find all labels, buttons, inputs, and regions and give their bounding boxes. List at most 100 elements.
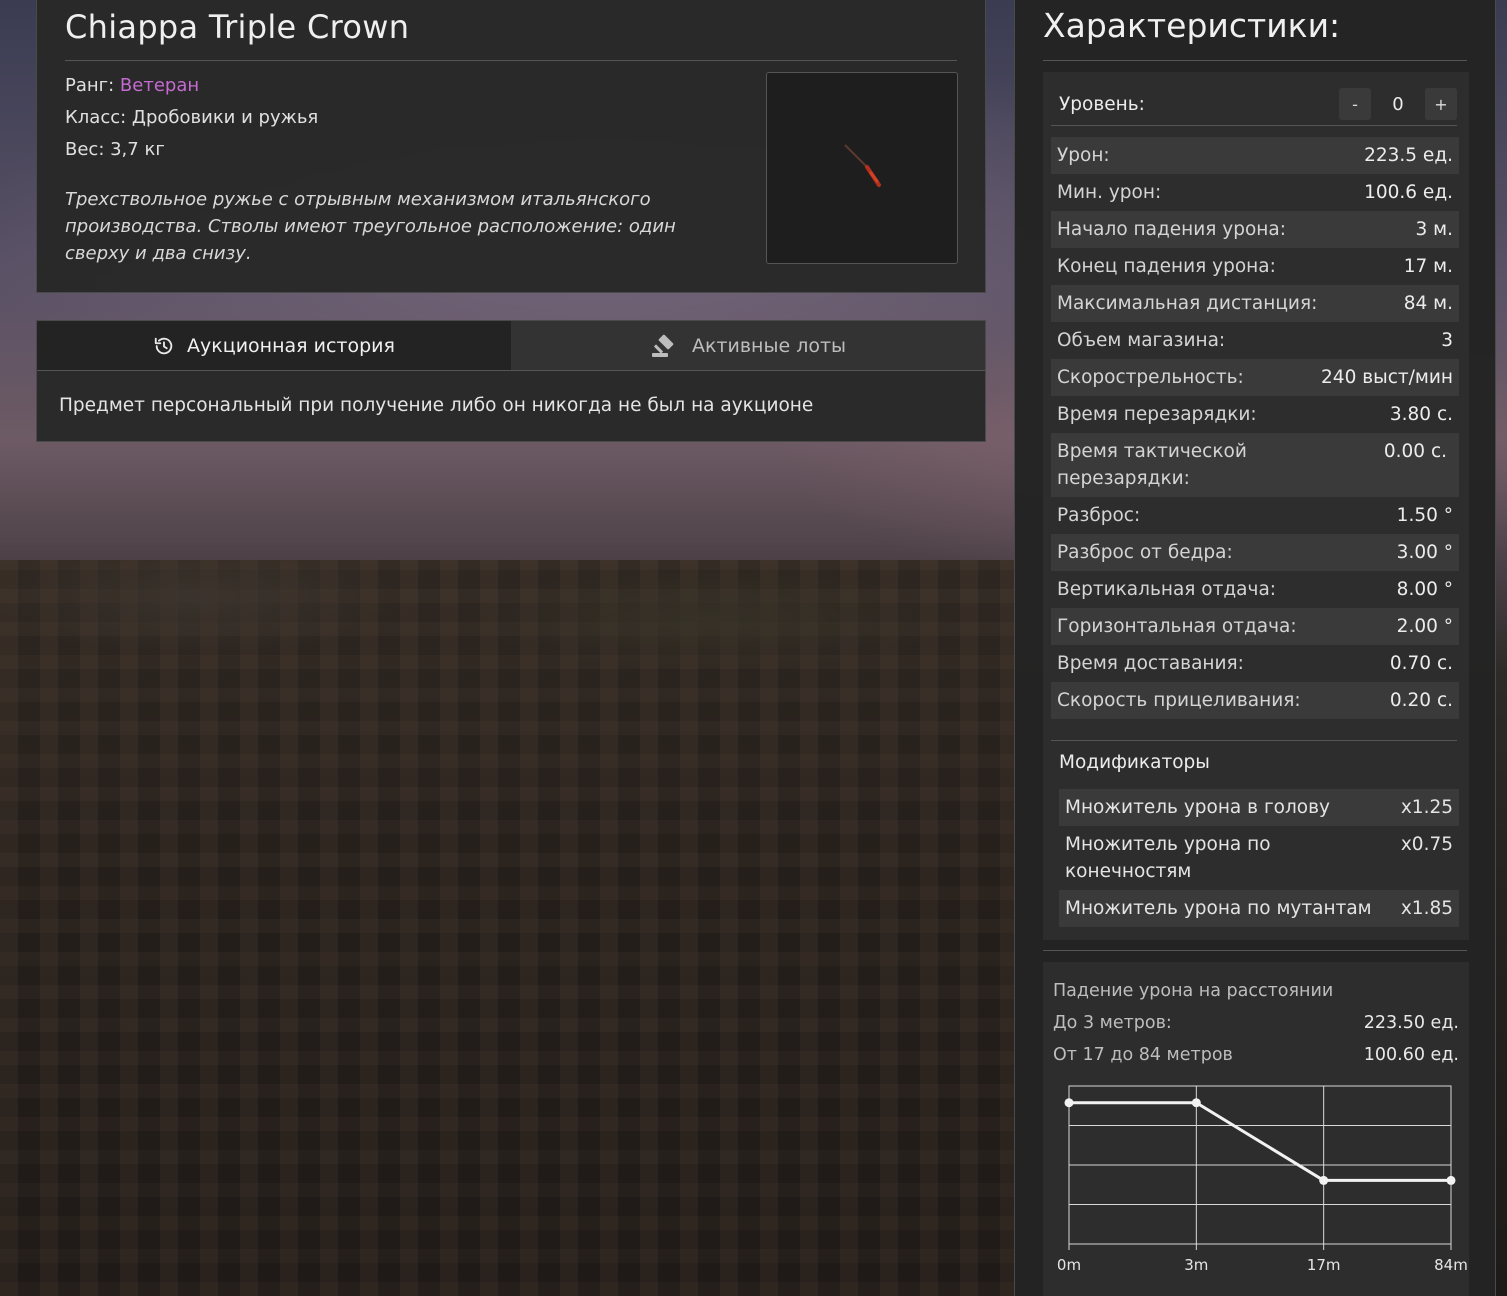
stat-value: 223.5 ед.: [1364, 145, 1453, 166]
stat-value: 8.00 °: [1396, 579, 1453, 600]
stat-list: Урон: 223.5 ед. Мин. урон: 100.6 ед. Начало …: [1051, 137, 1459, 719]
modifier-value: x1.25: [1400, 797, 1453, 818]
x-tick-label: 3m: [1184, 1256, 1208, 1274]
modifier-label: Множитель урона по конечностям: [1065, 834, 1271, 882]
stat-row: Время перезарядки: 3.80 с.: [1051, 396, 1459, 433]
modifier-row: Множитель урона в голову x1.25: [1059, 789, 1459, 826]
tab-active-lots[interactable]: Активные лоты: [511, 321, 985, 370]
data-point: [1191, 1098, 1201, 1108]
falloff-row-value: 223.50 ед.: [1363, 1013, 1459, 1033]
divider: [1043, 950, 1467, 951]
stat-value: 0.20 с.: [1389, 690, 1453, 711]
stat-value: 84 м.: [1403, 293, 1453, 314]
stat-value: 2.00 °: [1396, 616, 1453, 637]
falloff-row-label: От 17 до 84 метров: [1053, 1045, 1233, 1065]
gavel-icon: [651, 334, 674, 357]
stat-label: Разброс:: [1057, 505, 1141, 526]
level-value: 0: [1392, 93, 1404, 115]
stat-value: 0.00 с.: [1383, 441, 1447, 462]
modifiers-title: Модификаторы: [1059, 752, 1210, 773]
item-title: Chiappa Triple Crown: [65, 8, 410, 46]
item-description: Трехствольное ружье с отрывным механизмо…: [65, 189, 676, 264]
stat-row: Горизонтальная отдача: 2.00 °: [1051, 608, 1459, 645]
falloff-row-label: До 3 метров:: [1053, 1013, 1172, 1033]
level-label: Уровень:: [1059, 93, 1145, 115]
stat-value: 0.70 с.: [1389, 653, 1453, 674]
stat-row: Максимальная дистанция: 84 м.: [1051, 285, 1459, 322]
stat-value: 1.50 °: [1396, 505, 1453, 526]
stat-row: Скорострельность: 240 выст/мин: [1051, 359, 1459, 396]
modifier-value: x1.85: [1400, 898, 1453, 919]
stat-value: 100.6 ед.: [1364, 182, 1453, 203]
modifier-list: Множитель урона в голову x1.25 Множитель у…: [1059, 789, 1459, 927]
tab-auction-history[interactable]: Аукционная история: [37, 321, 511, 370]
level-increment-button[interactable]: +: [1425, 88, 1457, 120]
stat-label: Объем магазина:: [1057, 330, 1226, 351]
stat-label: Время перезарядки:: [1057, 404, 1257, 425]
stat-row: Разброс: 1.50 °: [1051, 497, 1459, 534]
background-landscape: [0, 560, 1015, 1296]
data-point: [1446, 1175, 1456, 1185]
modifier-label: Множитель урона по мутантам: [1065, 898, 1372, 919]
stat-value: 3.80 с.: [1389, 404, 1453, 425]
stat-label: Максимальная дистанция:: [1057, 293, 1318, 314]
stat-label: Начало падения урона:: [1057, 219, 1286, 240]
falloff-row-value: 100.60 ед.: [1363, 1045, 1459, 1065]
stat-value: 3 м.: [1415, 219, 1454, 240]
stat-label: Конец падения урона:: [1057, 256, 1276, 277]
rank-label: Ранг:: [65, 75, 115, 96]
divider: [65, 60, 957, 61]
stats-panel: Характеристики: Уровень: - 0 + Урон: 223.…: [1014, 0, 1496, 1296]
stat-label: Разброс от бедра:: [1057, 542, 1233, 563]
stat-row: Мин. урон: 100.6 ед.: [1051, 174, 1459, 211]
stats-box: Уровень: - 0 + Урон: 223.5 ед. Мин. урон: 1…: [1043, 72, 1469, 940]
falloff-chart: 0m 3m 17m 84m: [1057, 1085, 1468, 1274]
stat-row: Время доставания: 0.70 с.: [1051, 645, 1459, 682]
data-point: [1319, 1175, 1329, 1185]
item-image: [766, 72, 958, 264]
auction-panel: Аукционная история Активные лоты Предмет…: [36, 320, 986, 442]
modifier-row: Множитель урона по мутантам x1.85: [1059, 890, 1459, 927]
modifier-value: x0.75: [1400, 834, 1453, 855]
auction-message: Предмет персональный при получение либо …: [59, 395, 814, 416]
stat-row: Скорость прицеливания: 0.20 с.: [1051, 682, 1459, 719]
stat-row: Разброс от бедра: 3.00 °: [1051, 534, 1459, 571]
x-tick-label: 0m: [1057, 1256, 1081, 1274]
modifier-label: Множитель урона в голову: [1065, 797, 1330, 818]
stat-label: Скорость прицеливания:: [1057, 690, 1301, 711]
falloff-row: От 17 до 84 метров 100.60 ед.: [1053, 1045, 1459, 1065]
shotgun-icon: [844, 144, 881, 187]
stat-value: 3.00 °: [1396, 542, 1453, 563]
stat-value: 17 м.: [1403, 256, 1453, 277]
modifier-row: Множитель урона по конечностям x0.75: [1059, 826, 1459, 890]
stat-row: Начало падения урона: 3 м.: [1051, 211, 1459, 248]
stat-row: Урон: 223.5 ед.: [1051, 137, 1459, 174]
item-rank: Ранг: Ветеран: [65, 75, 199, 96]
stat-label: Урон:: [1057, 145, 1110, 166]
divider: [1051, 740, 1457, 741]
tab-auction-history-label: Аукционная история: [187, 334, 395, 357]
level-decrement-button[interactable]: -: [1339, 88, 1371, 120]
stat-value: 3: [1441, 330, 1453, 351]
stat-label: Горизонтальная отдача:: [1057, 616, 1297, 637]
stat-label: Скорострельность:: [1057, 367, 1244, 388]
rank-value: Ветеран: [119, 75, 200, 96]
series-line: [1069, 1101, 1451, 1182]
damage-falloff-box: Падение урона на расстоянии До 3 метров:…: [1043, 962, 1469, 1296]
x-tick-label: 17m: [1307, 1256, 1341, 1274]
stat-label: Мин. урон:: [1057, 182, 1162, 203]
stats-title: Характеристики:: [1043, 6, 1341, 45]
stat-row: Вертикальная отдача: 8.00 °: [1051, 571, 1459, 608]
stat-label: Вертикальная отдача:: [1057, 579, 1277, 600]
level-control: Уровень: - 0 +: [1059, 84, 1457, 124]
item-weight: Вес: 3,7 кг: [65, 139, 165, 160]
item-class: Класс: Дробовики и ружья: [65, 107, 319, 128]
stat-value: 240 выст/мин: [1321, 367, 1453, 388]
divider: [1043, 60, 1467, 61]
item-card: Chiappa Triple Crown Ранг: Ветеран Класс…: [36, 0, 986, 293]
stat-label: Время доставания:: [1057, 653, 1244, 674]
stat-row: Объем магазина: 3: [1051, 322, 1459, 359]
x-tick-label: 84m: [1434, 1256, 1468, 1274]
falloff-title: Падение урона на расстоянии: [1053, 981, 1334, 1001]
stat-row: Конец падения урона: 17 м.: [1051, 248, 1459, 285]
